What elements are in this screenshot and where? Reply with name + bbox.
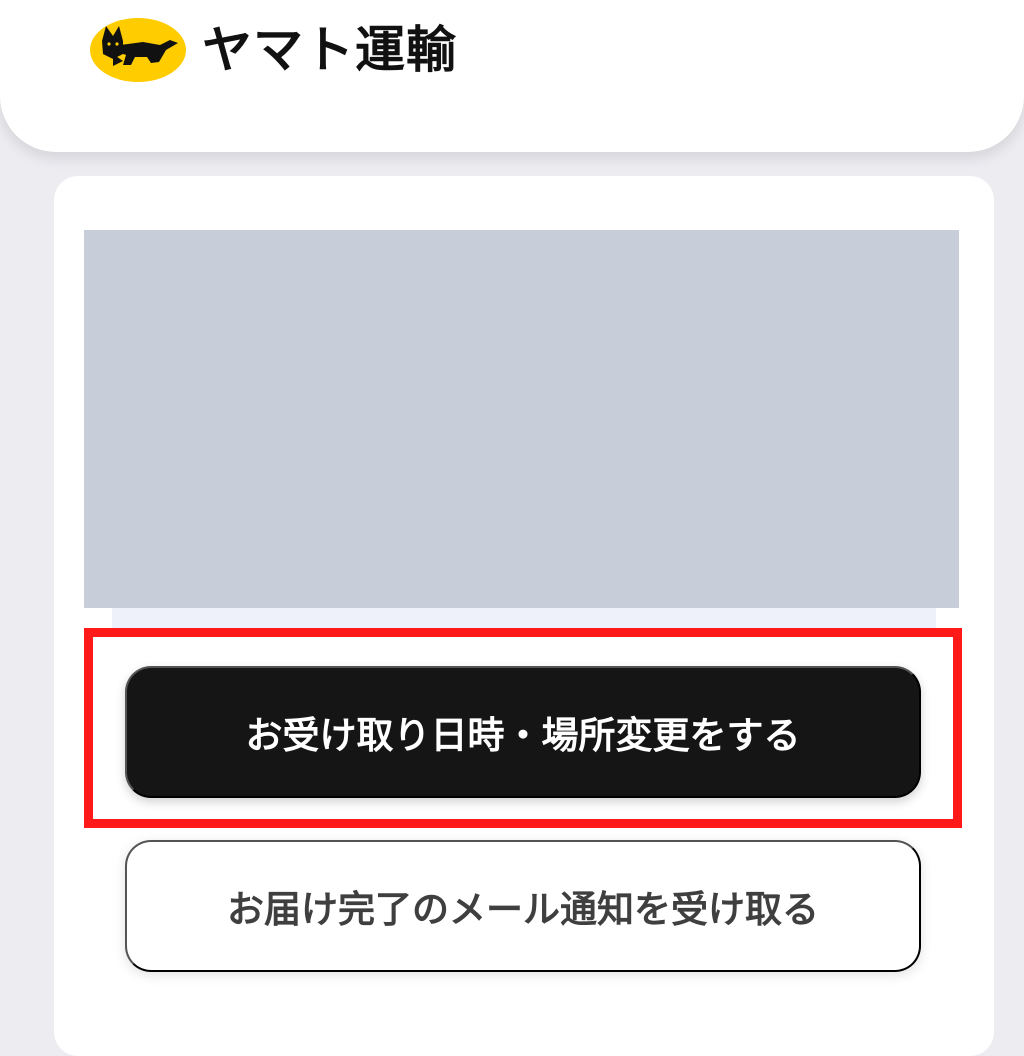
brand-logo[interactable]: ヤマト運輸	[88, 14, 457, 86]
change-delivery-date-location-button[interactable]: お受け取り日時・場所変更をする	[125, 666, 921, 798]
image-placeholder	[84, 230, 959, 608]
delivery-completion-email-notification-button[interactable]: お届け完了のメール通知を受け取る	[125, 840, 921, 972]
brand-name: ヤマト運輸	[202, 21, 457, 79]
black-cat-logo-icon	[90, 18, 186, 82]
app-header: ヤマト運輸	[0, 0, 1024, 152]
image-caption-strip	[112, 608, 936, 628]
